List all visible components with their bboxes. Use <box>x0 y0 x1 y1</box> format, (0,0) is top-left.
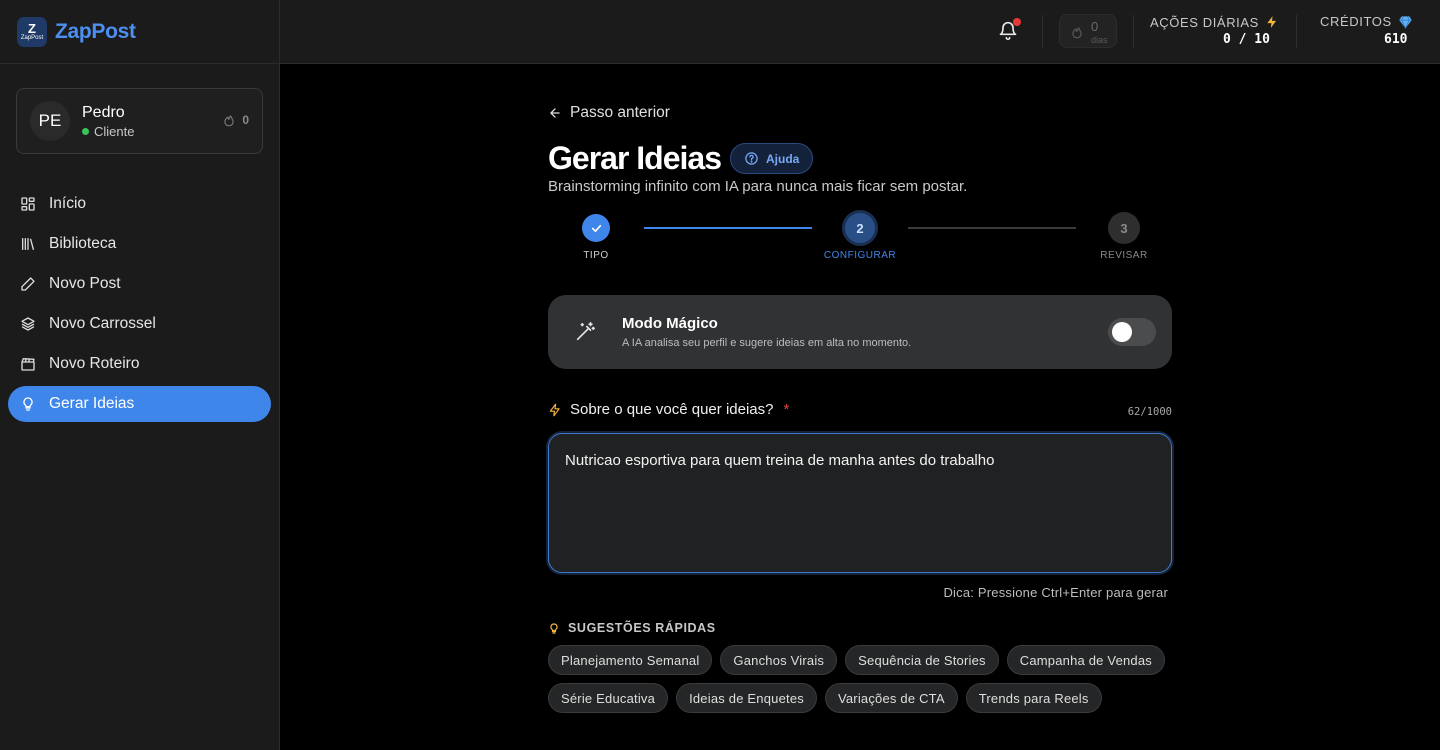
online-status-dot <box>82 127 89 135</box>
streak-label: dias <box>1091 35 1108 45</box>
lightbulb-icon <box>23 397 33 411</box>
library-icon <box>22 238 34 250</box>
pencil-icon <box>21 277 35 291</box>
required-mark: * <box>783 401 790 418</box>
suggestion-chip[interactable]: Ganchos Virais <box>720 645 838 675</box>
step-3-circle: 3 <box>1108 212 1140 244</box>
suggestion-chip[interactable]: Campanha de Vendas <box>1006 645 1165 675</box>
divider <box>1296 15 1297 48</box>
daily-actions-label: AÇÕES DIÁRIAS <box>1150 14 1279 30</box>
step-2-circle: 2 <box>842 210 878 246</box>
magic-wand-icon <box>576 322 595 341</box>
logo[interactable]: Z ZapPost ZapPost <box>0 0 279 64</box>
suggestion-chip[interactable]: Sequência de Stories <box>845 645 999 675</box>
clapperboard-icon <box>21 358 35 371</box>
character-counter: 62/1000 <box>1127 406 1172 418</box>
suggestion-chips: Planejamento Semanal Ganchos Virais Sequ… <box>548 645 1188 713</box>
magic-mode-card: Modo Mágico A IA analisa seu perfil e su… <box>548 295 1172 369</box>
sidebar-item-label: Novo Carrossel <box>49 315 156 332</box>
streak-days: 0 <box>1091 19 1099 34</box>
top-bar: 0 dias AÇÕES DIÁRIAS 0 / 10 CRÉDITOS 610 <box>280 0 1440 64</box>
divider <box>1042 15 1043 48</box>
keyboard-hint: Dica: Pressione Ctrl+Enter para gerar <box>943 585 1168 600</box>
brand-name: ZapPost <box>55 19 136 43</box>
credits-value: 610 <box>1384 32 1408 47</box>
user-name: Pedro <box>82 103 125 121</box>
zappost-logo-icon: Z ZapPost <box>17 16 47 47</box>
notification-badge <box>1013 18 1021 26</box>
user-streak: 0 <box>222 113 249 127</box>
step-1-label: TIPO <box>583 250 609 261</box>
toggle-knob <box>1112 322 1132 342</box>
sidebar-item-label: Novo Roteiro <box>49 355 140 372</box>
prompt-label: Sobre o que você quer ideias? <box>570 401 774 418</box>
help-button[interactable]: Ajuda <box>730 143 814 174</box>
step-3-label: REVISAR <box>1100 250 1148 261</box>
grid-icon <box>21 197 35 211</box>
flame-icon <box>224 115 234 127</box>
step-connector-pending <box>908 227 1076 229</box>
page-subtitle: Brainstorming infinito com IA para nunca… <box>548 178 968 195</box>
magic-mode-description: A IA analisa seu perfil e sugere ideias … <box>622 337 912 349</box>
avatar: PE <box>30 101 70 141</box>
divider <box>1133 15 1134 48</box>
lightning-outline-icon <box>549 403 560 416</box>
step-2-label: CONFIGURAR <box>823 250 897 261</box>
streak-counter[interactable]: 0 dias <box>1059 14 1117 48</box>
sidebar-item-novo-carrossel[interactable]: Novo Carrossel <box>8 306 271 342</box>
lightbulb-icon <box>550 622 558 634</box>
suggestions-heading: SUGESTÕES RÁPIDAS <box>548 621 716 635</box>
sidebar-item-label: Gerar Ideias <box>49 395 135 412</box>
sidebar-item-novo-roteiro[interactable]: Novo Roteiro <box>8 346 271 382</box>
step-connector-done <box>644 227 812 229</box>
suggestion-chip[interactable]: Ideias de Enquetes <box>676 683 817 713</box>
credits-label: CRÉDITOS <box>1320 14 1413 29</box>
sidebar-item-gerar-ideias[interactable]: Gerar Ideias <box>8 386 271 422</box>
sidebar-item-inicio[interactable]: Início <box>8 186 271 222</box>
sidebar-item-label: Biblioteca <box>49 235 117 252</box>
suggestion-chip[interactable]: Trends para Reels <box>965 683 1102 713</box>
lightning-icon <box>1267 16 1277 28</box>
back-link[interactable]: Passo anterior <box>548 104 670 122</box>
magic-mode-toggle[interactable] <box>1108 318 1156 346</box>
suggestion-chip[interactable]: Planejamento Semanal <box>548 645 713 675</box>
check-icon <box>591 224 601 232</box>
prompt-label-row: Sobre o que você quer ideias? * <box>548 401 1172 418</box>
sidebar-nav: Início Biblioteca Novo Post Novo Carross… <box>8 186 271 426</box>
sidebar-item-novo-post[interactable]: Novo Post <box>8 266 271 302</box>
flame-icon <box>1072 27 1082 39</box>
sidebar: Z ZapPost ZapPost PE Pedro Cliente 0 Iní… <box>0 0 280 750</box>
sidebar-item-biblioteca[interactable]: Biblioteca <box>8 226 271 262</box>
suggestion-chip[interactable]: Série Educativa <box>548 683 669 713</box>
idea-topic-textarea[interactable]: Nutricao esportiva para quem treina de m… <box>548 433 1172 573</box>
suggestion-chip[interactable]: Variações de CTA <box>824 683 958 713</box>
layers-icon <box>21 317 35 331</box>
diamond-icon <box>1399 15 1412 29</box>
user-card[interactable]: PE Pedro Cliente 0 <box>16 88 263 154</box>
help-circle-icon <box>745 152 758 165</box>
daily-actions-value: 0 / 10 <box>1223 32 1270 47</box>
sidebar-item-label: Início <box>49 195 87 212</box>
arrow-left-icon <box>550 108 560 118</box>
magic-mode-title: Modo Mágico <box>622 315 718 332</box>
sidebar-item-label: Novo Post <box>49 275 121 292</box>
stepper: TIPO 2 CONFIGURAR 3 REVISAR <box>548 210 1172 270</box>
user-role: Cliente <box>82 124 134 139</box>
page-title: Gerar Ideias <box>548 140 722 176</box>
step-1-circle[interactable] <box>582 214 610 242</box>
